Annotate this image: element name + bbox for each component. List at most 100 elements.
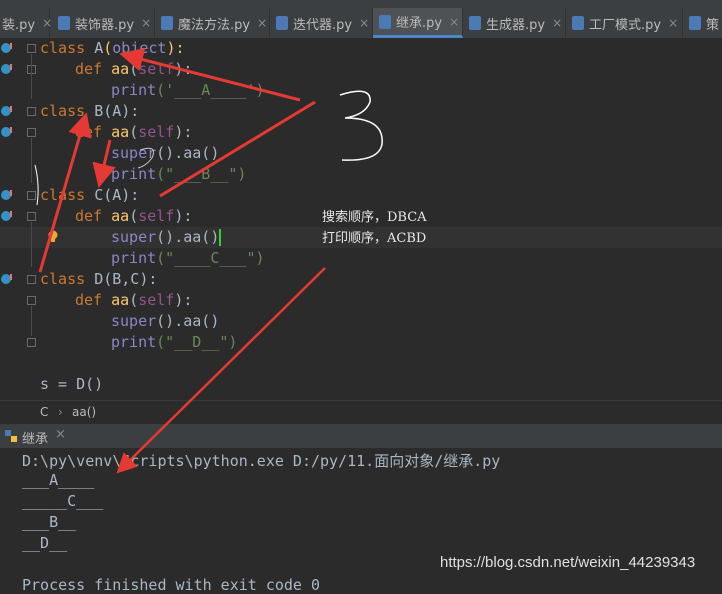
code-line: def aa(self): bbox=[75, 290, 192, 311]
code-line: class C(A): bbox=[40, 185, 139, 206]
base-list: (A): bbox=[103, 186, 140, 204]
tab-factory-pattern[interactable]: 工厂模式.py × bbox=[566, 8, 683, 38]
code-line: print("____C___") bbox=[111, 248, 265, 269]
close-icon[interactable]: × bbox=[449, 15, 459, 29]
builtin-call: print bbox=[111, 165, 157, 183]
override-icon[interactable] bbox=[0, 188, 14, 202]
keyword: class bbox=[40, 39, 86, 57]
builtin-call: super bbox=[111, 228, 157, 246]
override-icon[interactable] bbox=[0, 41, 14, 55]
bulb-icon[interactable] bbox=[46, 229, 60, 243]
console-output-line: _____C___ bbox=[22, 492, 104, 510]
keyword: def bbox=[75, 123, 103, 141]
close-icon[interactable]: × bbox=[359, 16, 369, 30]
close-icon[interactable]: × bbox=[668, 16, 678, 30]
code-line: def aa(self): bbox=[75, 59, 192, 80]
class-name: A bbox=[94, 39, 104, 57]
override-icon[interactable] bbox=[0, 62, 14, 76]
keyword: def bbox=[75, 60, 103, 78]
breadcrumb-method[interactable]: aa() bbox=[72, 405, 96, 419]
close-icon[interactable]: × bbox=[42, 16, 52, 30]
call-rest: ().aa() bbox=[156, 228, 220, 246]
fold-marker[interactable] bbox=[27, 191, 36, 200]
python-file-icon bbox=[689, 16, 701, 30]
keyword: class bbox=[40, 186, 86, 204]
tab-label: 魔法方法.py bbox=[178, 17, 251, 33]
breadcrumb-class[interactable]: C bbox=[40, 405, 48, 419]
breadcrumb: C › aa() bbox=[0, 400, 722, 423]
class-name: D bbox=[94, 270, 104, 288]
close-icon[interactable]: × bbox=[141, 16, 151, 30]
builtin-call: print bbox=[111, 333, 157, 351]
keyword: def bbox=[75, 207, 103, 225]
fold-marker[interactable] bbox=[27, 275, 36, 284]
string-literal: ("____C___") bbox=[156, 249, 265, 267]
paren: ( bbox=[129, 207, 139, 225]
keyword: class bbox=[40, 270, 86, 288]
override-icon[interactable] bbox=[0, 272, 14, 286]
method-name: aa bbox=[111, 123, 130, 141]
fold-marker[interactable] bbox=[27, 128, 36, 137]
tab-generators[interactable]: 生成器.py × bbox=[463, 8, 566, 38]
console-output-line: ___A____ bbox=[22, 471, 95, 489]
fold-marker[interactable] bbox=[27, 44, 36, 53]
paren: ( bbox=[103, 39, 113, 57]
self-param: self bbox=[138, 123, 175, 141]
breadcrumb-separator: › bbox=[58, 405, 63, 419]
call-rest: ().aa() bbox=[156, 144, 220, 162]
fold-marker[interactable] bbox=[27, 212, 36, 221]
tab-magic-methods[interactable]: 魔法方法.py × bbox=[155, 8, 270, 38]
tab-label: 迭代器.py bbox=[293, 17, 353, 33]
call-rest: ().aa() bbox=[156, 312, 220, 330]
tab-decorators[interactable]: 装饰器.py × bbox=[52, 8, 155, 38]
code-line: s = D() bbox=[40, 374, 103, 395]
base-class: object bbox=[112, 39, 167, 57]
tab-strategy-partial[interactable]: 策 bbox=[683, 8, 722, 38]
paren: ): bbox=[174, 207, 193, 225]
editor-tab-bar: 装.py × 装饰器.py × 魔法方法.py × 迭代器.py × 继承.py × 生成… bbox=[0, 8, 722, 39]
tab-decorator-partial[interactable]: 装.py × bbox=[0, 8, 52, 38]
code-line: class D(B,C): bbox=[40, 269, 157, 290]
close-icon[interactable]: × bbox=[552, 16, 562, 30]
self-param: self bbox=[138, 291, 175, 309]
run-tab-label[interactable]: 继承 bbox=[22, 428, 48, 447]
code-line: def aa(self): bbox=[75, 122, 192, 143]
assignment: s = D() bbox=[40, 375, 104, 393]
tab-label: 策 bbox=[706, 17, 720, 33]
builtin-call: print bbox=[111, 81, 157, 99]
string-literal: ("__D__") bbox=[156, 333, 238, 351]
close-icon[interactable]: × bbox=[55, 427, 66, 442]
python-file-icon bbox=[276, 16, 288, 30]
string-literal: ("___B__") bbox=[156, 165, 247, 183]
override-icon[interactable] bbox=[0, 125, 14, 139]
indent-guide bbox=[31, 54, 32, 99]
tab-label: 工厂模式.py bbox=[589, 17, 662, 33]
python-file-icon bbox=[379, 14, 391, 29]
tab-label: 继承.py bbox=[396, 16, 443, 31]
builtin-call: super bbox=[111, 144, 157, 162]
tab-label: 装饰器.py bbox=[75, 17, 135, 33]
override-icon[interactable] bbox=[0, 209, 14, 223]
close-icon[interactable]: × bbox=[257, 16, 267, 30]
fold-marker[interactable] bbox=[27, 107, 36, 116]
python-file-icon bbox=[572, 16, 584, 30]
keyword: class bbox=[40, 102, 86, 120]
tab-inheritance[interactable]: 继承.py × bbox=[373, 8, 463, 38]
tab-iterators[interactable]: 迭代器.py × bbox=[270, 8, 373, 38]
fold-marker[interactable] bbox=[27, 338, 36, 347]
method-name: aa bbox=[111, 60, 130, 78]
override-icon[interactable] bbox=[0, 104, 14, 118]
watermark: https://blog.csdn.net/weixin_44239343 bbox=[440, 554, 696, 571]
code-line: print("__D__") bbox=[111, 332, 237, 353]
method-name: aa bbox=[111, 291, 130, 309]
fold-marker[interactable] bbox=[27, 296, 36, 305]
self-param: self bbox=[138, 60, 175, 78]
python-run-icon bbox=[5, 430, 17, 442]
code-line: def aa(self): bbox=[75, 206, 192, 227]
paren: ): bbox=[174, 291, 193, 309]
indent-guide bbox=[31, 138, 32, 183]
code-editor[interactable]: class A(object): def aa(self): print('__… bbox=[0, 38, 722, 400]
paren: ( bbox=[129, 60, 139, 78]
python-file-icon bbox=[161, 16, 173, 30]
text-cursor bbox=[219, 229, 222, 246]
